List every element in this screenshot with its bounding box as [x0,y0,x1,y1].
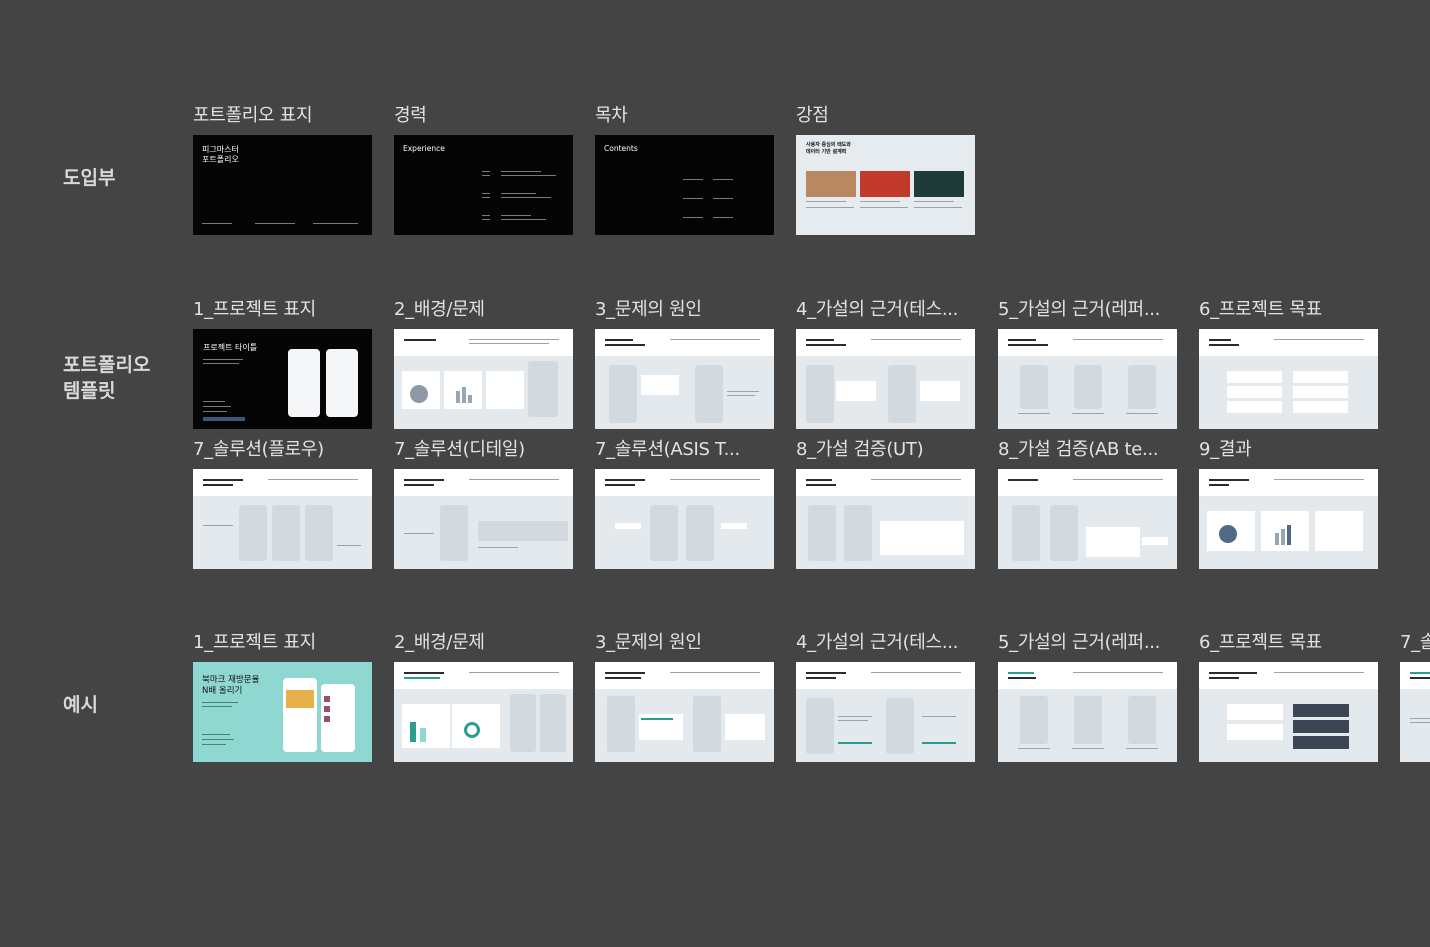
frame-thumbnail[interactable] [1199,662,1378,762]
frame-thumbnail[interactable] [796,662,975,762]
frame-thumbnail[interactable] [595,662,774,762]
section-label-intro: 도입부 [63,167,116,189]
frame-thumbnail[interactable] [998,469,1177,569]
frame-thumbnail[interactable]: 피그마스터 포트폴리오 [193,135,372,235]
frame-thumbnail[interactable]: Contents [595,135,774,235]
frame-cover[interactable]: 포트폴리오 표지 피그마스터 포트폴리오 [193,105,372,235]
frame-example-2[interactable]: 2_배경/문제 [394,632,573,762]
thumb-title: Experience [403,144,445,153]
frame-title[interactable]: 4_가설의 근거(테스... [796,299,975,321]
frame-title[interactable]: 6_프로젝트 목표 [1199,299,1378,321]
frame-title[interactable]: 6_프로젝트 목표 [1199,632,1378,654]
frame-title[interactable]: 2_배경/문제 [394,299,573,321]
frame-thumbnail[interactable]: 사용자 중심의 태도와 데이터 기반 설계력 [796,135,975,235]
frame-template-10[interactable]: 8_가설 검증(UT) [796,439,975,569]
frame-thumbnail[interactable] [998,662,1177,762]
frame-example-7[interactable]: 7_솔루션(플로우) [1400,632,1430,762]
frame-title[interactable]: 5_가설의 근거(레퍼... [998,632,1177,654]
frame-template-3[interactable]: 3_문제의 원인 [595,299,774,429]
frame-title[interactable]: 4_가설의 근거(테스... [796,632,975,654]
thumb-title: 사용자 중심의 태도와 데이터 기반 설계력 [806,142,851,155]
frame-template-7[interactable]: 7_솔루션(플로우) [193,439,372,569]
frame-thumbnail[interactable] [193,469,372,569]
thumb-title: 프로젝트 타이틀 [203,343,258,352]
thumb-title: Contents [604,144,638,153]
frame-template-8[interactable]: 7_솔루션(디테일) [394,439,573,569]
frame-title[interactable]: 1_프로젝트 표지 [193,632,372,654]
frame-title[interactable]: 5_가설의 근거(레퍼... [998,299,1177,321]
frame-thumbnail[interactable] [394,662,573,762]
frame-thumbnail[interactable] [394,469,573,569]
frame-title[interactable]: 목차 [595,105,774,127]
frame-template-11[interactable]: 8_가설 검증(AB te... [998,439,1177,569]
frame-example-3[interactable]: 3_문제의 원인 [595,632,774,762]
frame-title[interactable]: 8_가설 검증(UT) [796,439,975,461]
frame-template-1[interactable]: 1_프로젝트 표지 프로젝트 타이틀 [193,299,372,429]
frame-thumbnail[interactable]: 북마크 재방문율 N배 올리기 [193,662,372,762]
frame-template-4[interactable]: 4_가설의 근거(테스... [796,299,975,429]
thumb-title: 북마크 재방문율 N배 올리기 [202,675,260,696]
frame-title[interactable]: 9_결과 [1199,439,1378,461]
frame-experience[interactable]: 경력 Experience [394,105,573,235]
frame-thumbnail[interactable] [998,329,1177,429]
frame-title[interactable]: 7_솔루션(플로우) [193,439,372,461]
frame-title[interactable]: 7_솔루션(디테일) [394,439,573,461]
frame-thumbnail[interactable] [1400,662,1430,762]
frame-title[interactable]: 8_가설 검증(AB te... [998,439,1177,461]
frame-title[interactable]: 3_문제의 원인 [595,632,774,654]
section-label-example: 예시 [63,694,98,716]
frame-title[interactable]: 7_솔루션(ASIS T... [595,439,774,461]
frame-thumbnail[interactable]: 프로젝트 타이틀 [193,329,372,429]
frame-thumbnail[interactable] [1199,329,1378,429]
frame-title[interactable]: 3_문제의 원인 [595,299,774,321]
frame-example-6[interactable]: 6_프로젝트 목표 [1199,632,1378,762]
frame-thumbnail[interactable] [796,329,975,429]
frame-example-1[interactable]: 1_프로젝트 표지 북마크 재방문율 N배 올리기 [193,632,372,762]
frame-title[interactable]: 1_프로젝트 표지 [193,299,372,321]
frame-thumbnail[interactable] [796,469,975,569]
frame-thumbnail[interactable] [394,329,573,429]
frame-title[interactable]: 2_배경/문제 [394,632,573,654]
frame-title[interactable]: 경력 [394,105,573,127]
section-label-template: 포트폴리오 템플릿 [63,354,151,402]
frame-template-6[interactable]: 6_프로젝트 목표 [1199,299,1378,429]
frame-thumbnail[interactable] [1199,469,1378,569]
frame-title[interactable]: 강점 [796,105,975,127]
frame-title[interactable]: 포트폴리오 표지 [193,105,372,127]
frame-thumbnail[interactable] [595,329,774,429]
frame-strengths[interactable]: 강점 사용자 중심의 태도와 데이터 기반 설계력 [796,105,975,235]
frame-template-12[interactable]: 9_결과 [1199,439,1378,569]
frame-example-5[interactable]: 5_가설의 근거(레퍼... [998,632,1177,762]
frame-example-4[interactable]: 4_가설의 근거(테스... [796,632,975,762]
thumb-title: 피그마스터 포트폴리오 [202,145,239,164]
frame-title[interactable]: 7_솔루션(플로우) [1400,632,1430,654]
frame-template-2[interactable]: 2_배경/문제 [394,299,573,429]
frame-contents[interactable]: 목차 Contents [595,105,774,235]
frame-template-5[interactable]: 5_가설의 근거(레퍼... [998,299,1177,429]
frame-thumbnail[interactable]: Experience [394,135,573,235]
frame-thumbnail[interactable] [595,469,774,569]
frame-template-9[interactable]: 7_솔루션(ASIS T... [595,439,774,569]
